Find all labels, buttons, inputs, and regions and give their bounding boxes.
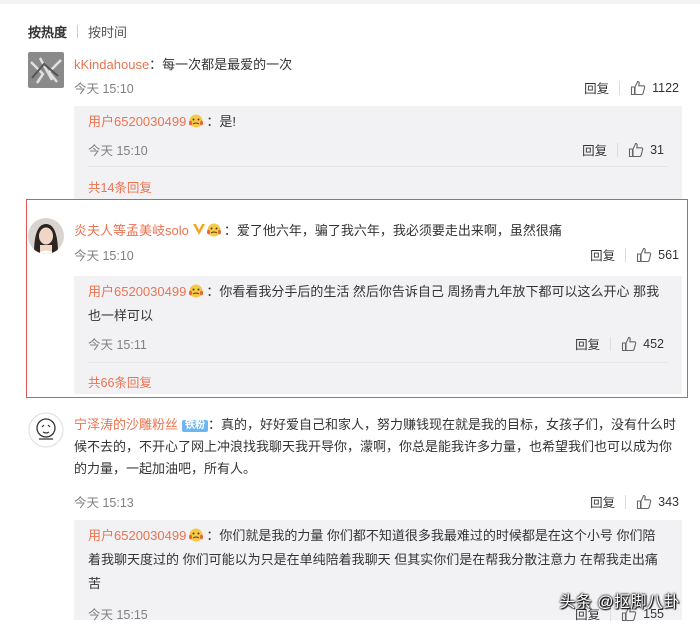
top-divider: [0, 0, 700, 4]
reply-username[interactable]: 用户6520030499: [88, 284, 186, 299]
avatar[interactable]: [28, 52, 64, 88]
reply-username[interactable]: 用户6520030499: [88, 528, 186, 543]
thumbs-up-icon[interactable]: [630, 80, 646, 96]
action-separator: [625, 247, 627, 262]
sort-tabs: 按热度 按时间: [28, 22, 127, 41]
like-count: 31: [650, 142, 664, 157]
comment-actions: 回复 1122: [584, 78, 679, 97]
crying-face-icon: [187, 526, 205, 542]
comment-time: 今天 15:10: [74, 249, 134, 263]
reply-button[interactable]: 回复: [582, 140, 607, 159]
comment-actions: 回复 343: [590, 492, 679, 511]
reply-actions: 回复 31: [582, 140, 664, 159]
comment-time: 今天 15:13: [74, 496, 134, 510]
comment-username[interactable]: 炎夫人等孟美岐solo: [74, 223, 189, 238]
avatar[interactable]: [28, 412, 64, 448]
comment-item: 宁泽涛的沙雕粉丝 铁粉 ：真的，好好爱自己和家人，努力赚钱现在就是我的目标，女孩子们…: [28, 412, 683, 522]
like-count: 343: [658, 494, 679, 509]
action-separator: [617, 142, 619, 157]
crying-face-icon: [187, 112, 205, 128]
verified-v-icon: [192, 221, 205, 235]
reply-divider: [88, 362, 668, 363]
crying-face-icon: [205, 222, 223, 237]
thumbs-up-icon[interactable]: [621, 336, 637, 352]
comment-text: 炎夫人等孟美岐solo ：爱了他六年，骗了我六年，我必须要走出来啊，虽然很痛: [74, 220, 682, 242]
reply-username[interactable]: 用户6520030499: [88, 114, 186, 129]
thumbs-up-icon[interactable]: [636, 494, 652, 510]
thumbs-up-icon[interactable]: [628, 142, 644, 158]
action-separator: [619, 80, 621, 95]
action-separator: [610, 336, 612, 351]
watermark: 头条 @抠脚八卦: [559, 594, 680, 611]
avatar[interactable]: [28, 218, 64, 254]
comment-username[interactable]: kKindahouse: [74, 57, 149, 72]
reply-time: 今天 15:10: [88, 144, 148, 158]
tab-by-hot[interactable]: 按热度: [28, 22, 67, 41]
reply-text: 用户6520030499 ：你看看我分手后的生活 然后你告诉自己 周扬青九年放下都…: [88, 280, 668, 328]
reply-time: 今天 15:15: [88, 608, 148, 622]
thumbs-up-icon[interactable]: [636, 247, 652, 263]
reply-actions: 回复 452: [575, 334, 664, 353]
action-separator: [625, 494, 627, 509]
reply-button[interactable]: 回复: [584, 78, 609, 97]
reply-block: 用户6520030499 ：你看看我分手后的生活 然后你告诉自己 周扬青九年放下都…: [74, 276, 682, 394]
like-count: 561: [658, 247, 679, 262]
like-count: 1122: [652, 80, 679, 95]
comment-body: ：爱了他六年，骗了我六年，我必须要走出来啊，虽然很痛: [223, 223, 562, 238]
comment-body: ：每一次都是最爱的一次: [149, 57, 293, 72]
reply-button[interactable]: 回复: [575, 334, 600, 353]
comment-time: 今天 15:10: [74, 82, 134, 96]
comment-text: kKindahouse：每一次都是最爱的一次: [74, 54, 682, 76]
reply-divider: [88, 166, 668, 167]
reply-body: ：是!: [206, 114, 236, 129]
fan-badge: 铁粉: [182, 420, 209, 432]
tab-separator: [77, 25, 79, 38]
reply-button[interactable]: 回复: [590, 492, 615, 511]
comment-text: 宁泽涛的沙雕粉丝 铁粉 ：真的，好好爱自己和家人，努力赚钱现在就是我的目标，女孩子们…: [74, 414, 682, 480]
reply-button[interactable]: 回复: [590, 245, 615, 264]
reply-time: 今天 15:11: [88, 338, 147, 352]
reply-block: 用户6520030499 ：是! 今天 15:10 回复 31 共14条回复: [74, 106, 682, 200]
tab-by-time[interactable]: 按时间: [88, 22, 127, 41]
more-replies-link[interactable]: 共14条回复: [88, 177, 152, 196]
comment-actions: 回复 561: [590, 245, 679, 264]
more-replies-link[interactable]: 共66条回复: [88, 372, 152, 391]
reply-text: 用户6520030499 ：是!: [88, 110, 668, 134]
comment-username[interactable]: 宁泽涛的沙雕粉丝: [74, 417, 178, 432]
like-count: 452: [643, 336, 664, 351]
reply-text: 用户6520030499 ：你们就是我的力量 你们都不知道很多我最难过的时候都是在…: [88, 524, 668, 596]
crying-face-icon: [187, 282, 205, 298]
comments-page: 按热度 按时间 kKindahouse：每一次都是最爱的一次 今天 15:10 …: [0, 0, 700, 622]
